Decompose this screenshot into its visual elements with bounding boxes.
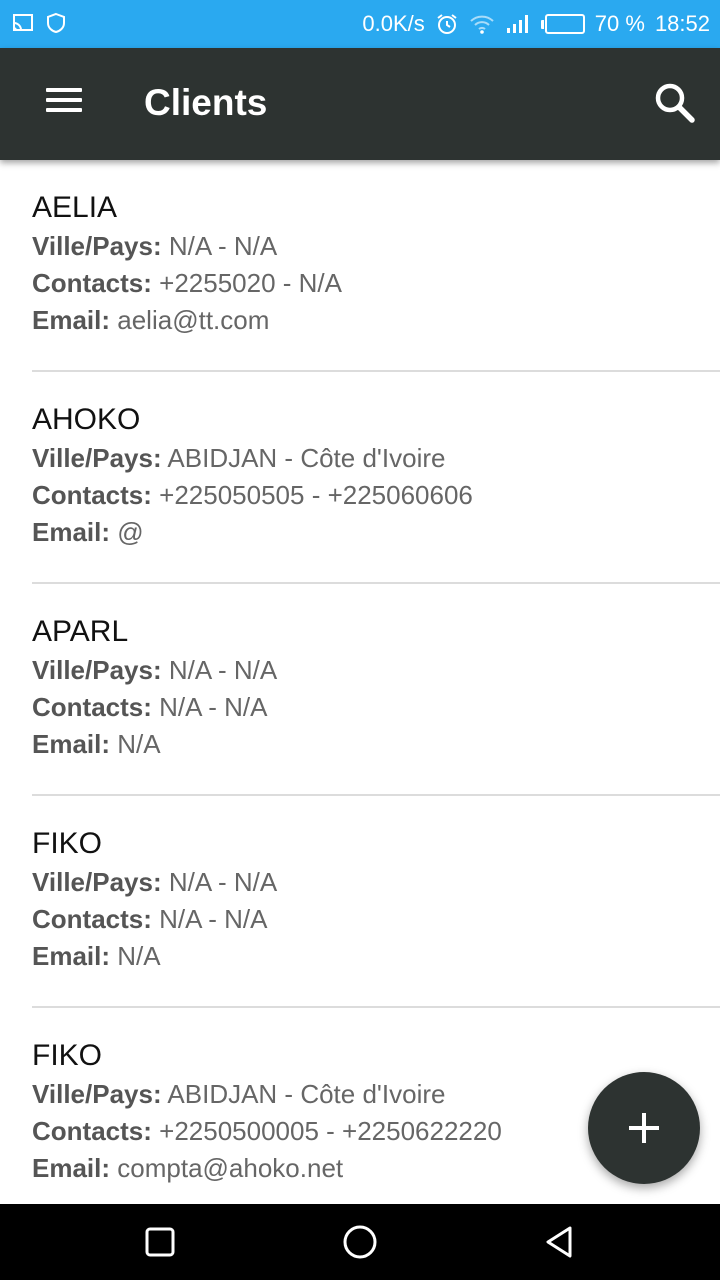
contacts-label: Contacts: [32, 268, 152, 298]
clock: 18:52 [654, 11, 710, 36]
client-city-country: Ville/Pays: N/A - N/A [32, 229, 277, 263]
client-contacts: Contacts: +2255020 - N/A [32, 266, 342, 300]
contacts-value: +2250500005 - +2250622220 [159, 1116, 502, 1146]
battery-percent: 70 % [594, 11, 645, 36]
wifi-icon [469, 13, 495, 35]
status-right: 0.0K/s 70 % 18:52 [362, 0, 710, 48]
client-contacts: Contacts: N/A - N/A [32, 690, 268, 724]
client-item[interactable]: APARL Ville/Pays: N/A - N/A Contacts: N/… [0, 584, 720, 796]
contacts-label: Contacts: [32, 904, 152, 934]
client-name: APARL [32, 615, 129, 648]
contacts-value: +225050505 - +225060606 [159, 480, 473, 510]
client-contacts: Contacts: +225050505 - +225060606 [32, 478, 473, 512]
signal-icon [505, 13, 531, 35]
contacts-label: Contacts: [32, 692, 152, 722]
email-label: Email: [32, 941, 111, 971]
client-email: Email: compta@ahoko.net [32, 1151, 343, 1185]
battery-icon [540, 14, 585, 34]
client-name: AELIA [32, 191, 118, 224]
email-label: Email: [32, 1153, 111, 1183]
client-city-country: Ville/Pays: N/A - N/A [32, 865, 277, 899]
client-city-country: Ville/Pays: N/A - N/A [32, 653, 277, 687]
city-country-value: ABIDJAN - Côte d'Ivoire [167, 1079, 446, 1109]
client-email: Email: aelia@tt.com [32, 303, 269, 337]
add-client-button[interactable] [588, 1072, 700, 1184]
city-country-value: ABIDJAN - Côte d'Ivoire [167, 443, 446, 473]
status-left [12, 12, 66, 34]
city-country-value: N/A - N/A [168, 867, 278, 897]
city-country-value: N/A - N/A [168, 655, 278, 685]
home-icon[interactable] [340, 1222, 380, 1262]
client-email: Email: N/A [32, 727, 161, 761]
email-label: Email: [32, 517, 111, 547]
back-icon[interactable] [540, 1222, 580, 1262]
shield-icon [46, 12, 66, 34]
client-item[interactable]: AHOKO Ville/Pays: ABIDJAN - Côte d'Ivoir… [0, 372, 720, 584]
email-label: Email: [32, 305, 111, 335]
hamburger-menu-icon[interactable] [40, 84, 88, 124]
client-contacts: Contacts: N/A - N/A [32, 902, 268, 936]
client-list: AELIA Ville/Pays: N/A - N/A Contacts: +2… [0, 160, 720, 1204]
city-country-label: Ville/Pays: [32, 867, 162, 897]
contacts-value: N/A - N/A [159, 904, 268, 934]
client-item[interactable]: FIKO Ville/Pays: N/A - N/A Contacts: N/A… [0, 796, 720, 1008]
email-value: compta@ahoko.net [117, 1153, 344, 1183]
contacts-value: N/A - N/A [159, 692, 268, 722]
client-name: AHOKO [32, 403, 141, 436]
alarm-icon [435, 12, 459, 36]
client-email: Email: @ [32, 515, 144, 549]
status-bar: 0.0K/s 70 % 18:52 [0, 0, 720, 48]
email-value: aelia@tt.com [117, 305, 270, 335]
client-city-country: Ville/Pays: ABIDJAN - Côte d'Ivoire [32, 441, 445, 475]
email-value: @ [117, 517, 144, 547]
city-country-label: Ville/Pays: [32, 1079, 162, 1109]
contacts-value: +2255020 - N/A [159, 268, 342, 298]
cast-icon [12, 12, 34, 34]
nav-bar [0, 1204, 720, 1280]
contacts-label: Contacts: [32, 1116, 152, 1146]
email-label: Email: [32, 729, 111, 759]
search-icon[interactable] [650, 78, 700, 128]
city-country-label: Ville/Pays: [32, 655, 162, 685]
contacts-label: Contacts: [32, 480, 152, 510]
client-name: FIKO [32, 1039, 103, 1072]
client-name: FIKO [32, 827, 103, 860]
recent-apps-icon[interactable] [140, 1222, 180, 1262]
client-email: Email: N/A [32, 939, 161, 973]
client-item[interactable]: AELIA Ville/Pays: N/A - N/A Contacts: +2… [0, 160, 720, 372]
client-contacts: Contacts: +2250500005 - +2250622220 [32, 1114, 502, 1148]
email-value: N/A [117, 729, 161, 759]
page-title: Clients [144, 82, 268, 123]
city-country-value: N/A - N/A [168, 231, 278, 261]
city-country-label: Ville/Pays: [32, 443, 162, 473]
city-country-label: Ville/Pays: [32, 231, 162, 261]
email-value: N/A [117, 941, 161, 971]
app-bar: Clients [0, 48, 720, 160]
client-city-country: Ville/Pays: ABIDJAN - Côte d'Ivoire [32, 1077, 445, 1111]
net-speed: 0.0K/s [362, 11, 425, 36]
